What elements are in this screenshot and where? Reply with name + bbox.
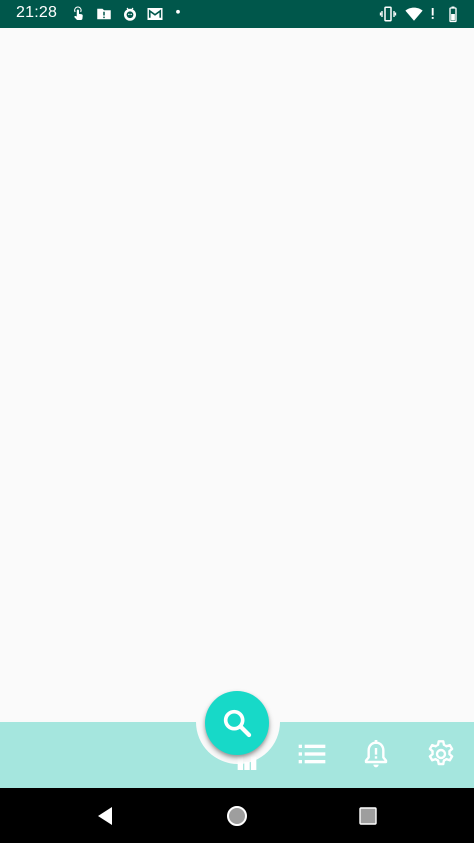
recents-icon <box>358 806 378 826</box>
vibrate-icon <box>379 5 397 23</box>
search-fab[interactable] <box>205 691 269 755</box>
nav-list-button[interactable] <box>294 736 330 772</box>
system-navigation-bar <box>0 788 474 843</box>
recents-button[interactable] <box>354 802 382 830</box>
status-bar: 21:28 <box>0 0 474 28</box>
alert-folder-icon <box>95 5 113 23</box>
wifi-icon <box>405 5 423 23</box>
bug-icon <box>121 5 139 23</box>
bell-alert-icon <box>360 738 392 770</box>
touch-gesture-icon <box>70 5 88 23</box>
back-icon <box>94 805 116 827</box>
battery-icon <box>444 5 462 23</box>
nav-settings-button[interactable] <box>423 736 459 772</box>
list-icon <box>296 738 328 770</box>
search-icon <box>220 706 254 740</box>
status-time: 21:28 <box>16 4 58 21</box>
gear-icon <box>425 738 457 770</box>
nav-notifications-button[interactable] <box>358 736 394 772</box>
back-button[interactable] <box>91 802 119 830</box>
dot-icon <box>172 5 190 23</box>
main-content <box>0 28 474 722</box>
app-screen: 21:28 <box>0 0 474 843</box>
home-button[interactable] <box>223 802 251 830</box>
home-icon <box>225 804 249 828</box>
mail-icon <box>146 5 164 23</box>
